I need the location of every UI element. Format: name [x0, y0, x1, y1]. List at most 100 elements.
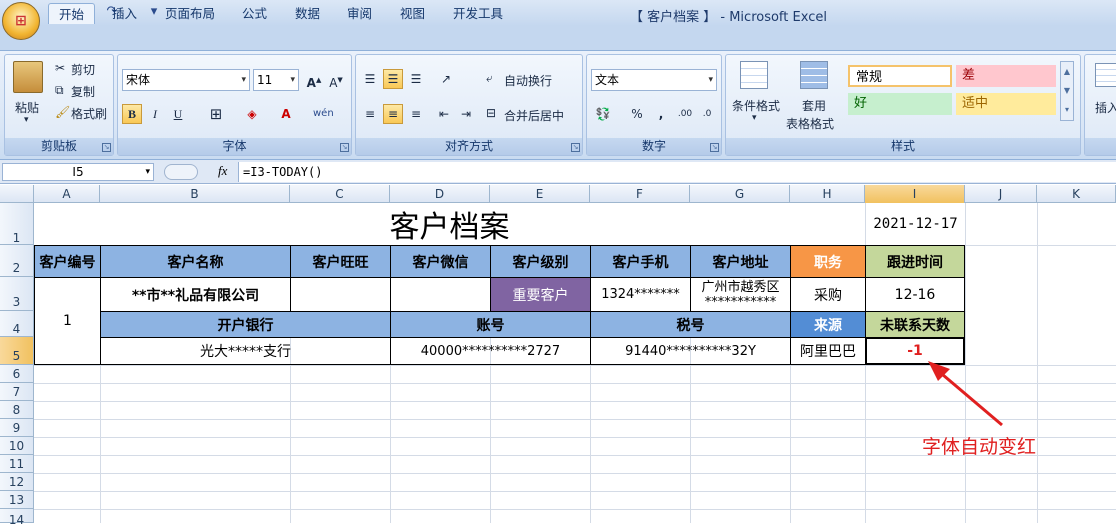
shrink-font-icon[interactable]: A▼: [326, 70, 346, 90]
sheet-title-cell[interactable]: 客户档案: [34, 203, 865, 245]
column-header[interactable]: D: [390, 185, 490, 203]
header-address[interactable]: 客户地址: [690, 245, 791, 278]
grow-font-icon[interactable]: A▲: [304, 70, 324, 90]
column-header[interactable]: B: [100, 185, 290, 203]
header-level[interactable]: 客户级别: [490, 245, 591, 278]
cell-source[interactable]: 阿里巴巴: [790, 337, 866, 365]
column-header[interactable]: E: [490, 185, 590, 203]
font-size-combo[interactable]: 11 ▾: [253, 69, 299, 91]
decrease-indent-icon[interactable]: ⇤: [434, 104, 454, 124]
tab-review[interactable]: 审阅: [337, 3, 382, 24]
name-box[interactable]: I5 ▾: [2, 163, 154, 181]
format-painter-icon[interactable]: 🖌: [55, 105, 70, 119]
underline-button[interactable]: U: [168, 104, 188, 124]
header-wechat[interactable]: 客户微信: [390, 245, 491, 278]
cell-wechat[interactable]: [390, 277, 491, 312]
conditional-format-button[interactable]: 条件格式: [732, 97, 780, 114]
row-header[interactable]: 10: [0, 437, 34, 455]
cell-account[interactable]: 40000**********2727: [390, 337, 591, 365]
paste-icon[interactable]: [13, 61, 43, 93]
align-left-icon[interactable]: ≡: [360, 104, 380, 124]
paste-button[interactable]: 粘贴: [15, 99, 39, 116]
format-painter-button[interactable]: 格式刷: [71, 105, 107, 122]
row-header[interactable]: 8: [0, 401, 34, 419]
align-right-icon[interactable]: ≡: [406, 104, 426, 124]
header-source[interactable]: 来源: [790, 311, 866, 338]
wrap-text-button[interactable]: 自动换行: [504, 72, 552, 89]
column-header[interactable]: H: [790, 185, 865, 203]
header-customer-id[interactable]: 客户编号: [34, 245, 101, 278]
header-phone[interactable]: 客户手机: [590, 245, 691, 278]
italic-button[interactable]: I: [145, 104, 165, 124]
cell-level[interactable]: 重要客户: [490, 277, 591, 312]
tab-formulas[interactable]: 公式: [232, 3, 277, 24]
header-account[interactable]: 账号: [390, 311, 591, 338]
font-color-icon[interactable]: A: [276, 104, 296, 124]
decrease-decimal-icon[interactable]: .0: [697, 104, 717, 124]
cell-phone[interactable]: 1324*******: [590, 277, 691, 312]
format-as-table-icon[interactable]: [800, 61, 828, 89]
header-position[interactable]: 职务: [790, 245, 866, 278]
merge-center-icon[interactable]: ⊟: [486, 106, 496, 120]
font-launcher-icon[interactable]: ↘: [340, 143, 349, 152]
row-header[interactable]: 2: [0, 245, 34, 277]
increase-indent-icon[interactable]: ⇥: [456, 104, 476, 124]
header-wangwang[interactable]: 客户旺旺: [290, 245, 391, 278]
row-header[interactable]: 6: [0, 365, 34, 383]
number-launcher-icon[interactable]: ↘: [710, 143, 719, 152]
insert-function-icon[interactable]: fx: [218, 163, 227, 179]
tab-view[interactable]: 视图: [390, 3, 435, 24]
row-header[interactable]: 3: [0, 277, 34, 311]
comma-button[interactable]: ,: [651, 104, 671, 124]
format-as-table-button-line1[interactable]: 套用: [802, 97, 826, 114]
date-cell-i1[interactable]: 2021-12-17: [866, 203, 965, 245]
bold-button[interactable]: B: [122, 104, 142, 124]
select-all-corner[interactable]: [0, 185, 34, 203]
style-neutral[interactable]: 适中: [956, 93, 1056, 115]
paste-dropdown-icon[interactable]: ▾: [24, 115, 29, 125]
row-header[interactable]: 4: [0, 311, 34, 337]
copy-icon[interactable]: ⧉: [55, 83, 64, 98]
cell-tax[interactable]: 91440**********32Y: [590, 337, 791, 365]
wrap-text-icon[interactable]: ⤶: [486, 71, 493, 86]
tab-insert[interactable]: 插入: [102, 3, 147, 24]
style-good[interactable]: 好: [848, 93, 952, 115]
cell-wangwang[interactable]: [290, 277, 391, 312]
formula-bar-slider[interactable]: [164, 164, 198, 180]
alignment-launcher-icon[interactable]: ↘: [571, 143, 580, 152]
copy-button[interactable]: 复制: [71, 83, 95, 100]
row-header-selected[interactable]: 5: [0, 337, 34, 365]
conditional-format-icon[interactable]: [740, 61, 768, 89]
font-name-combo[interactable]: 宋体 ▾: [122, 69, 250, 91]
column-header[interactable]: A: [34, 185, 100, 203]
column-header[interactable]: K: [1037, 185, 1116, 203]
cell-address[interactable]: 广州市越秀区 ***********: [690, 277, 791, 312]
header-follow-time[interactable]: 跟进时间: [865, 245, 965, 278]
orientation-icon[interactable]: ↗: [436, 69, 456, 89]
tab-page-layout[interactable]: 页面布局: [155, 3, 225, 24]
row-header[interactable]: 1: [0, 203, 34, 245]
row-header[interactable]: 14: [0, 509, 34, 527]
fill-color-icon[interactable]: ◈: [242, 104, 262, 124]
column-header[interactable]: G: [690, 185, 790, 203]
merge-center-button[interactable]: 合并后居中: [504, 107, 564, 124]
align-top-icon[interactable]: ☰: [360, 69, 380, 89]
percent-button[interactable]: %: [627, 104, 647, 124]
column-header[interactable]: C: [290, 185, 390, 203]
format-as-table-button-line2[interactable]: 表格格式: [786, 115, 834, 132]
number-format-combo[interactable]: 文本 ▾: [591, 69, 717, 91]
formula-input[interactable]: =I3-TODAY(): [238, 162, 1116, 182]
cell-customer-name[interactable]: **市**礼品有限公司: [100, 277, 291, 312]
style-bad[interactable]: 差: [956, 65, 1056, 87]
column-header-selected[interactable]: I: [865, 185, 965, 203]
insert-cells-icon[interactable]: [1095, 63, 1116, 87]
tab-data[interactable]: 数据: [285, 3, 330, 24]
align-center-icon[interactable]: ≡: [383, 104, 403, 124]
column-header[interactable]: J: [965, 185, 1037, 203]
cell-customer-id[interactable]: 1: [34, 277, 101, 365]
align-bottom-icon[interactable]: ☰: [406, 69, 426, 89]
align-middle-icon[interactable]: ☰: [383, 69, 403, 89]
tab-home[interactable]: 开始: [48, 3, 96, 24]
insert-cells-button[interactable]: 插入: [1095, 99, 1116, 116]
style-normal[interactable]: 常规: [848, 65, 952, 87]
